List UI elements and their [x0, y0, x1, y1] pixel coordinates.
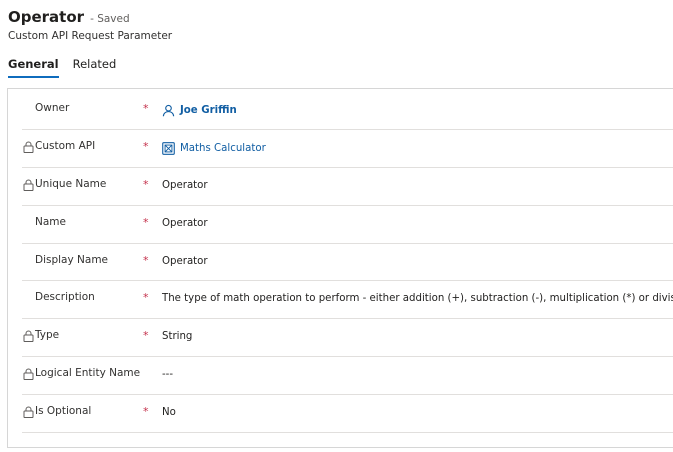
field-label-type: Type: [35, 329, 60, 342]
required-indicator: *: [143, 329, 149, 343]
field-list: Owner * Joe Griffin Custom API * Maths C…: [22, 92, 673, 434]
field-row-display-name: Display Name * Operator: [22, 244, 673, 282]
field-label-display-name: Display Name: [35, 253, 109, 266]
person-icon: [162, 104, 175, 117]
lock-icon: [23, 406, 34, 419]
field-label-custom-api: Custom API: [35, 139, 96, 152]
required-indicator: *: [143, 405, 149, 419]
description-input[interactable]: The type of math operation to perform - …: [162, 293, 673, 304]
field-row-description: Description * The type of math operation…: [22, 281, 673, 320]
tab-general[interactable]: General: [8, 57, 59, 78]
field-row-is-optional: Is Optional * No: [22, 395, 673, 434]
field-label-unique-name: Unique Name: [35, 177, 107, 190]
form-header: Operator - Saved Custom API Request Para…: [8, 8, 172, 42]
general-section: Owner * Joe Griffin Custom API * Maths C…: [7, 88, 673, 448]
is-optional-value: No: [162, 407, 176, 419]
lock-icon: [23, 368, 34, 381]
unique-name-value: Operator: [162, 179, 208, 191]
field-row-type: Type * String: [22, 319, 673, 358]
entity-icon: [162, 142, 175, 155]
field-label-is-optional: Is Optional: [35, 405, 92, 418]
required-indicator: *: [143, 215, 149, 229]
field-label-name: Name: [35, 215, 66, 228]
field-label-owner: Owner: [35, 102, 70, 114]
lock-icon: [23, 179, 34, 191]
display-name-input[interactable]: Operator: [162, 256, 208, 267]
field-label-logical-entity-name: Logical Entity Name: [35, 367, 141, 380]
owner-value-text[interactable]: Joe Griffin: [180, 105, 237, 116]
required-indicator: *: [143, 102, 149, 115]
required-indicator: *: [143, 177, 149, 191]
saved-status: - Saved: [90, 13, 130, 25]
lock-icon: [23, 330, 34, 343]
page-title: Operator: [8, 8, 85, 26]
logical-entity-name-value: ---: [162, 369, 174, 381]
required-indicator: *: [143, 139, 149, 153]
field-row-name: Name * Operator: [22, 206, 673, 244]
field-row-custom-api: Custom API * Maths Calculator: [22, 130, 673, 168]
lock-icon: [23, 141, 34, 153]
type-value: String: [162, 331, 193, 343]
tab-bar: General Related: [8, 57, 116, 78]
field-label-description: Description: [35, 291, 95, 304]
field-row-unique-name: Unique Name * Operator: [22, 168, 673, 206]
field-row-logical-entity-name: Logical Entity Name ---: [22, 357, 673, 396]
name-input[interactable]: Operator: [162, 218, 208, 229]
field-row-owner: Owner * Joe Griffin: [22, 92, 673, 130]
owner-lookup-value[interactable]: Joe Griffin: [162, 104, 237, 117]
title-line: Operator - Saved: [8, 8, 172, 26]
custom-api-lookup-value[interactable]: Maths Calculator: [162, 142, 266, 155]
required-indicator: *: [143, 291, 149, 305]
required-indicator: *: [143, 253, 149, 267]
custom-api-value-text[interactable]: Maths Calculator: [180, 143, 266, 154]
entity-subtitle: Custom API Request Parameter: [8, 30, 173, 42]
tab-related[interactable]: Related: [73, 57, 117, 78]
